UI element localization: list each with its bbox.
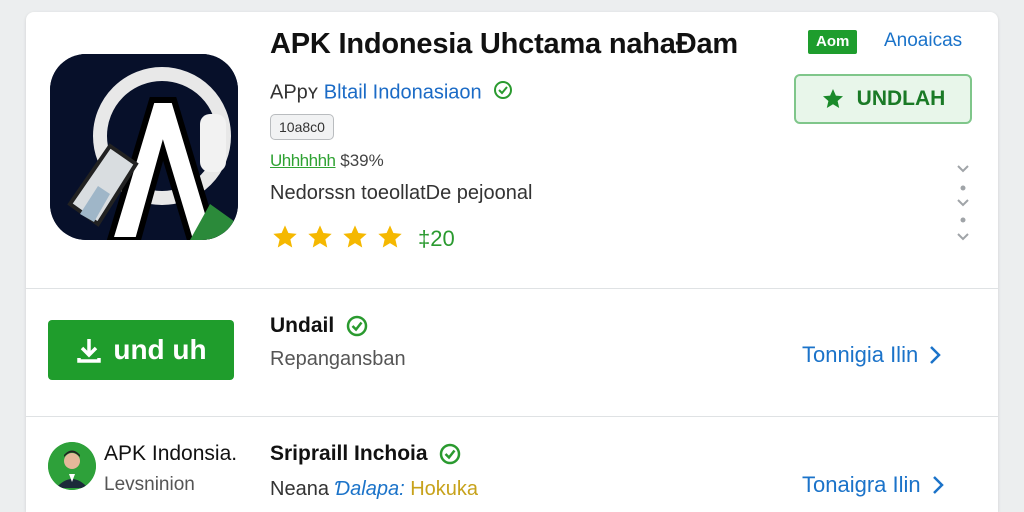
stats-green: Uhhhhhh <box>270 151 336 170</box>
developer-line: APpʏ Bltail Indonasiaon <box>270 80 513 106</box>
star-icon <box>308 224 332 247</box>
avatar-icon[interactable] <box>48 442 96 490</box>
category-link[interactable]: Anoaicas <box>884 30 962 52</box>
verified-check-icon <box>440 444 461 465</box>
sub-part-b: Ɗalapa: <box>334 478 411 500</box>
row-link-text: Tonnigia Ilin <box>802 342 919 367</box>
download-button[interactable]: UNDLAH <box>794 74 972 124</box>
row-title: Sripraill Inchoia <box>270 442 461 466</box>
divider <box>26 288 998 289</box>
divider <box>26 416 998 417</box>
download-label: UNDLAH <box>856 87 946 110</box>
row-title-text: Undail <box>270 314 335 337</box>
star-icon <box>273 224 297 247</box>
developer-prefix: APpʏ <box>270 81 319 104</box>
rating-count: ‡20 <box>418 226 455 251</box>
row-link[interactable]: Tonaigra Ilin <box>802 472 945 498</box>
developer-subtitle: Levsninion <box>104 474 195 495</box>
row-link-text: Tonaigra Ilin <box>802 472 921 497</box>
row-title-text: Sripraill Inchoia <box>270 442 428 465</box>
size-chip: 10a8c0 <box>270 114 334 140</box>
app-logo-icon[interactable] <box>50 54 238 240</box>
app-description: Nedorssn toeollatDe pejoonal <box>270 182 533 204</box>
install-button[interactable]: und uh <box>48 320 234 380</box>
developer-name[interactable]: APK Indonsia. <box>104 442 237 466</box>
star-icon <box>822 89 843 108</box>
star-icon <box>378 224 402 247</box>
developer-link[interactable]: Bltail Indonasiaon <box>324 81 482 103</box>
sub-part-c: Hokuka <box>410 478 479 500</box>
chevron-right-icon <box>932 476 944 494</box>
chevron-right-icon <box>930 346 941 364</box>
download-arrow-icon <box>77 339 102 363</box>
rating-stars <box>270 223 410 256</box>
ad-badge: Aom <box>808 30 858 54</box>
row-subtitle: Neana Ɗalapa: Hokuka <box>270 478 478 501</box>
app-title: APK Indonesia Uhctama nahaĐam <box>270 28 738 60</box>
row-subtitle: Repangansban <box>270 348 406 370</box>
install-label: und uh <box>113 334 207 365</box>
more-chevrons-icon[interactable] <box>954 162 972 248</box>
star-icon <box>343 224 367 247</box>
verified-check-icon <box>346 316 368 337</box>
app-card: APK Indonesia Uhctama nahaĐam Aom Anoaic… <box>26 12 998 512</box>
row-link[interactable]: Tonnigia Ilin <box>802 342 942 368</box>
stats-value: $39% <box>340 151 384 170</box>
stats-line: Uhhhhhh $39% <box>270 151 384 171</box>
rating-row: ‡20 <box>270 224 455 254</box>
row-title: Undail <box>270 314 368 338</box>
sub-part-a: Neana <box>270 478 335 500</box>
verified-check-icon <box>493 80 513 106</box>
